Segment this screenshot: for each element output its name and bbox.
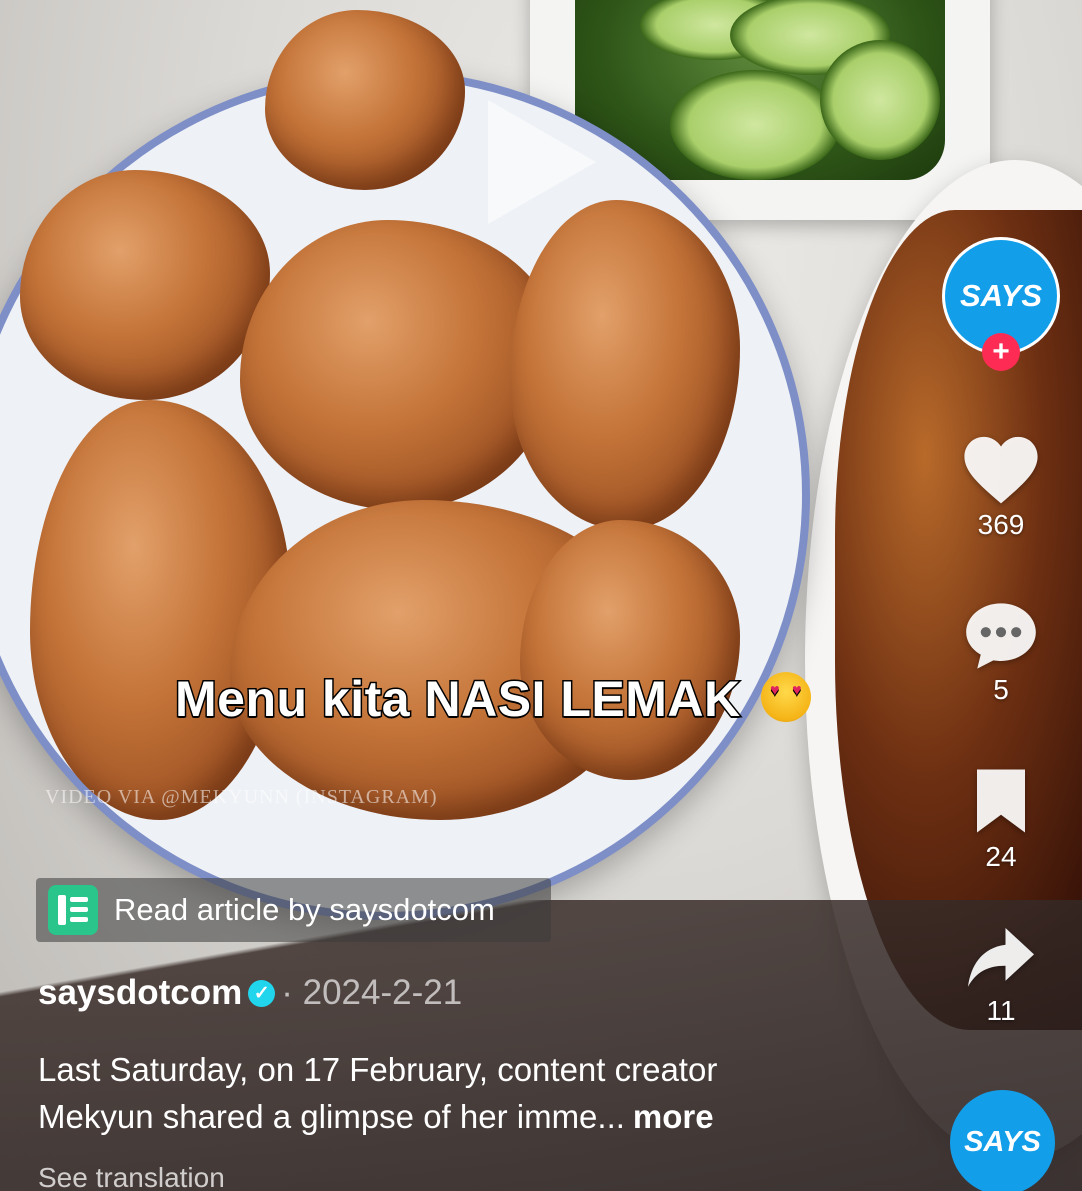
play-icon[interactable] [488,100,596,224]
video-watermark: VIDEO VIA @MEKYUNN (INSTAGRAM) [45,786,438,808]
article-icon [48,885,98,935]
bookmark-button[interactable]: 24 [945,765,1057,873]
read-article-link[interactable]: Read article by saysdotcom [36,878,551,942]
bookmark-count: 24 [985,841,1017,872]
cucumber-slice [670,70,840,180]
post-author-row: saysdotcom ✓ · 2024-2-21 [38,973,462,1013]
comment-count: 5 [993,674,1009,705]
comment-button[interactable]: 5 [945,600,1057,706]
description-line: Last Saturday, on 17 February, content c… [38,1051,718,1088]
post-description[interactable]: Last Saturday, on 17 February, content c… [38,1046,868,1140]
share-count: 11 [986,995,1016,1026]
verified-badge-icon: ✓ [248,979,276,1007]
more-link[interactable]: more [633,1098,714,1135]
heart-eyes-emoji-icon [761,672,811,722]
sound-disc[interactable]: SAYS [950,1090,1055,1191]
post-username[interactable]: saysdotcom [38,973,242,1013]
video-player[interactable]: Menu kita NASI LEMAK VIDEO VIA @MEKYUNN … [0,0,1082,1191]
bookmark-icon [977,769,1025,833]
heart-icon [964,436,1038,504]
share-button[interactable]: 11 [945,925,1057,1027]
like-count: 369 [977,509,1025,540]
share-arrow-icon [968,928,1034,987]
caption-text: Menu kita NASI LEMAK [174,670,742,729]
cucumber-slice [820,40,940,160]
description-line: Mekyun shared a glimpse of her imme... mo… [38,1093,868,1140]
description-line-text: Mekyun shared a glimpse of her imme... [38,1098,625,1135]
video-caption: Menu kita NASI LEMAK [174,670,811,729]
read-article-label: Read article by saysdotcom [114,892,495,927]
comment-icon [966,603,1036,669]
see-translation-link[interactable]: See translation [38,1162,225,1191]
like-button[interactable]: 369 [945,435,1057,541]
follow-button[interactable]: + [982,333,1020,371]
post-date: · 2024-2-21 [281,973,463,1012]
